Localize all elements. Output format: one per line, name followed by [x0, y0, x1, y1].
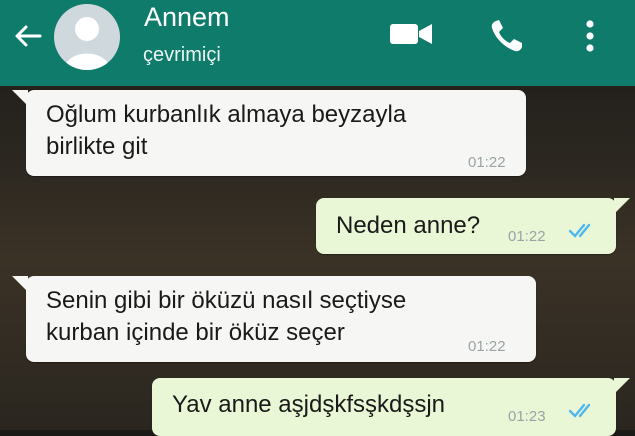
- message-text-line: birlikte git: [46, 133, 148, 160]
- message-text-line: Neden anne?: [336, 212, 481, 239]
- message-incoming[interactable]: Senin gibi bir öküzü nasıl seçtiyse kurb…: [12, 276, 536, 362]
- phone-icon[interactable]: [487, 16, 527, 61]
- chat-header: Annem çevrimiçi: [0, 0, 635, 86]
- message-text-line: Oğlum kurbanlık almaya beyzayla: [46, 101, 407, 128]
- video-call-icon[interactable]: [388, 16, 436, 57]
- contact-name[interactable]: Annem: [144, 2, 230, 33]
- message-time: 01:23: [508, 408, 546, 425]
- message-time: 01:22: [508, 228, 546, 245]
- message-text-line: Senin gibi bir öküzü nasıl seçtiyse: [46, 287, 407, 314]
- read-receipt-icon: [568, 223, 591, 238]
- message-outgoing[interactable]: Neden anne? 01:22: [316, 198, 630, 254]
- message-incoming[interactable]: Oğlum kurbanlık almaya beyzayla birlikte…: [12, 90, 526, 176]
- message-text-line: kurban içinde bir öküz seçer: [46, 319, 345, 346]
- message-time: 01:22: [468, 154, 506, 171]
- more-options-icon[interactable]: [580, 16, 600, 61]
- message-text-line: Yav anne aşjdşkfsşkdşsjn: [172, 391, 446, 418]
- message-outgoing[interactable]: Yav anne aşjdşkfsşkdşsjn 01:23: [152, 378, 630, 436]
- back-arrow-icon[interactable]: [10, 16, 50, 56]
- avatar[interactable]: [54, 4, 120, 70]
- read-receipt-icon: [568, 403, 591, 418]
- message-time: 01:22: [468, 338, 506, 355]
- contact-status: çevrimiçi: [143, 44, 221, 66]
